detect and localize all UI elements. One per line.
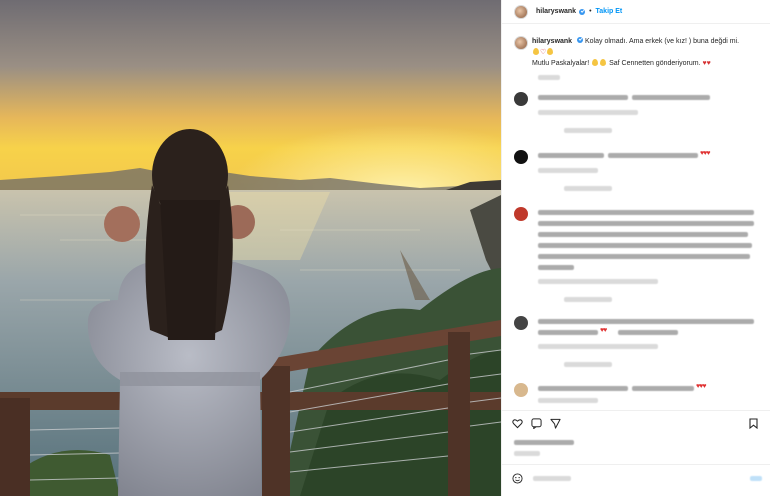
comment-meta [538,279,658,284]
instagram-post: hilaryswank • Takip Et hilaryswank Kolay… [0,0,770,496]
comment-meta [538,398,598,403]
commenter-avatar[interactable] [514,316,528,330]
comment-text [632,95,710,100]
avatar[interactable] [514,4,528,19]
post-header: hilaryswank • Takip Et [502,0,770,24]
bookmark-icon[interactable] [749,418,758,429]
view-replies[interactable] [564,362,612,367]
verified-badge-icon [579,8,586,15]
heart-emoji-icon: ♡ [540,49,547,56]
add-comment-input[interactable] [533,476,571,481]
caption-username[interactable]: hilaryswank [532,38,572,45]
heart-icon[interactable] [512,418,523,429]
header-username[interactable]: hilaryswank [536,8,576,15]
commenter-avatar[interactable] [514,207,528,221]
verified-badge-icon [577,37,584,43]
comment-text [538,95,628,100]
comment-text [538,319,754,324]
view-replies[interactable] [564,186,612,191]
emoji-icon[interactable] [512,473,523,484]
post-date [514,451,540,456]
caption-text-line1: Kolay olmadı. Ama erkek (ve kız! ) buna … [584,38,740,45]
view-replies[interactable] [564,297,612,302]
post-photo[interactable] [0,0,501,496]
heart-emoji-icon: ♥♥ [702,60,711,67]
view-replies[interactable] [564,128,612,133]
likes-count[interactable] [514,440,574,445]
comment-text [538,265,574,270]
caption-text-line2a: Mutlu Paskalyalar! [532,60,590,67]
commenter-avatar[interactable] [514,150,528,164]
comment-text [538,330,598,335]
egg-icon [533,48,539,55]
divider [502,464,770,465]
comment-text [538,210,754,215]
comment-text [618,330,678,335]
follow-button[interactable]: Takip Et [596,8,623,15]
post-comment-button[interactable] [750,476,762,481]
header-separator: • [589,8,592,15]
heart-emoji-icon: ♥♥♥ [700,150,711,157]
sunset-photo [0,0,501,496]
post-actions [512,418,561,429]
comment-text [632,386,694,391]
comment-text [538,221,754,226]
comment-text [538,386,628,391]
commenter-avatar[interactable] [514,92,528,106]
comments-panel: hilaryswank • Takip Et hilaryswank Kolay… [501,0,770,496]
comment-text [608,153,698,158]
comment-text [538,232,748,237]
comment-icon[interactable] [531,418,542,429]
heart-emoji-icon: ♥♥♥ [696,383,707,390]
comment-text [538,153,604,158]
divider [502,410,770,411]
share-icon[interactable] [550,418,561,429]
add-comment-row [512,473,762,484]
comment-text [538,254,750,259]
egg-icon [600,59,607,66]
comment-meta [538,110,638,115]
heart-emoji-icon: ♥♥ [600,327,607,334]
commenter-avatar[interactable] [514,383,528,397]
caption-text-line2b: Saf Cennetten gönderiyorum. [609,60,701,67]
comment-text [538,243,752,248]
caption: hilaryswank Kolay olmadı. Ama erkek (ve … [514,36,764,69]
comment-meta [538,344,658,349]
caption-timestamp [538,75,560,80]
caption-avatar[interactable] [514,36,528,50]
egg-icon [547,48,554,55]
comment-meta [538,168,598,173]
egg-icon [592,59,599,66]
